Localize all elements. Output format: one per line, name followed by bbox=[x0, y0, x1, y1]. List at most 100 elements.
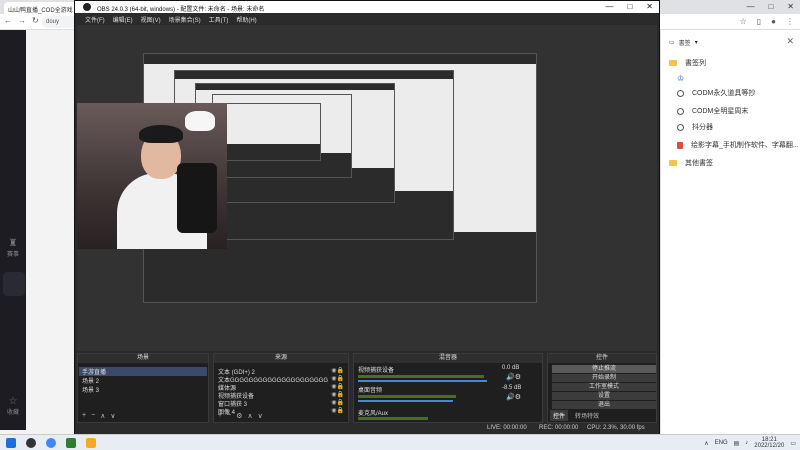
volume-slider[interactable] bbox=[358, 380, 487, 382]
chevron-up-icon[interactable]: ∧ bbox=[704, 440, 708, 447]
close-icon[interactable]: ✕ bbox=[786, 36, 794, 47]
scene-item[interactable]: 场景 2 bbox=[82, 376, 99, 385]
visibility-lock-icons[interactable]: ◉🔒 ◉🔒 ◉🔒 ◉🔒 ◉🔒 ◉🔒 bbox=[331, 367, 344, 415]
cpu-usage: CPU: 2.3%, 30.00 fps bbox=[587, 425, 645, 431]
menu-file[interactable]: 文件(F) bbox=[81, 13, 109, 24]
source-toolbar: + − ⚙ ∧ ∨ bbox=[218, 412, 263, 420]
maximize-button[interactable]: □ bbox=[627, 2, 632, 11]
volume-icon[interactable]: ♪ bbox=[745, 440, 748, 446]
move-up-button[interactable]: ∧ bbox=[100, 412, 105, 420]
settings-button[interactable]: 设置 bbox=[552, 392, 656, 400]
bookmark-icon: ▭ bbox=[669, 40, 675, 46]
start-recording-button[interactable]: 开始录制 bbox=[552, 374, 656, 382]
bookmark-folder-bar[interactable]: 書签列 bbox=[669, 58, 706, 68]
close-button[interactable]: ✕ bbox=[787, 2, 794, 11]
mixer-channel-db: 0.0 dB bbox=[502, 365, 520, 371]
dock-tabs: 控件 转场特效 bbox=[550, 410, 602, 421]
exit-button[interactable]: 退出 bbox=[552, 401, 656, 409]
microphone-icon bbox=[177, 163, 217, 233]
menu-icon[interactable]: ⋮ bbox=[786, 17, 794, 26]
sidebar-active-highlight bbox=[3, 272, 25, 296]
chevron-down-icon: ▾ bbox=[694, 40, 698, 46]
browser-window-controls: — □ ✕ bbox=[746, 2, 794, 11]
folder-icon bbox=[669, 60, 677, 66]
obs-window: OBS 24.0.3 (64-bit, windows) - 配置文件: 未命名… bbox=[74, 0, 660, 435]
site-logo-icon: ♔ bbox=[677, 74, 685, 83]
bookmarks-panel: ▭ 書签 ▾ ✕ 書签列 ♔ CODM永久道具等抄 CODM全明星周末 抖分器 … bbox=[660, 30, 800, 434]
add-scene-button[interactable]: + bbox=[82, 412, 86, 420]
back-arrow-icon[interactable]: ← bbox=[4, 16, 12, 25]
maximize-button[interactable]: □ bbox=[768, 2, 773, 11]
network-icon[interactable]: ▤ bbox=[734, 440, 740, 447]
bookmark-item[interactable]: 绘影字幕_手机制作软件、字幕翻... bbox=[677, 140, 799, 150]
site-icon bbox=[677, 123, 684, 131]
bookmark-folder-other[interactable]: 其他書签 bbox=[669, 158, 713, 168]
scenes-panel: 场景 手游直播 场景 2 场景 3 + − ∧ ∨ bbox=[77, 353, 209, 423]
sidebar-icon[interactable]: ▯ bbox=[757, 17, 761, 26]
obs-title-bar: OBS 24.0.3 (64-bit, windows) - 配置文件: 未命名… bbox=[75, 1, 659, 13]
reload-icon[interactable]: ↻ bbox=[32, 16, 39, 25]
add-source-button[interactable]: + bbox=[218, 412, 222, 420]
controls-panel-title: 控件 bbox=[548, 354, 656, 363]
tab-controls[interactable]: 控件 bbox=[550, 410, 569, 421]
move-up-button[interactable]: ∧ bbox=[247, 412, 252, 420]
mixer-panel-title: 混音器 bbox=[354, 354, 542, 363]
menu-view[interactable]: 视图(V) bbox=[137, 13, 165, 24]
mixer-channel-db: -8.5 dB bbox=[502, 385, 522, 391]
remove-scene-button[interactable]: − bbox=[91, 412, 95, 420]
scene-item[interactable]: 场景 3 bbox=[82, 385, 99, 394]
language-indicator[interactable]: ENG bbox=[715, 440, 728, 446]
speaker-icon[interactable]: 🔊⚙ bbox=[506, 373, 521, 381]
studio-mode-button[interactable]: 工作室模式 bbox=[552, 383, 656, 391]
streamer-hair bbox=[139, 125, 183, 143]
forward-arrow-icon[interactable]: → bbox=[18, 16, 26, 25]
bookmark-item[interactable]: CODM永久道具等抄 bbox=[677, 88, 755, 98]
browser-tools: ☆ ▯ ● ⋮ bbox=[740, 17, 794, 26]
gear-icon[interactable]: ⚙ bbox=[236, 412, 242, 420]
remove-source-button[interactable]: − bbox=[227, 412, 231, 420]
live-timer: LIVE: 00:00:00 bbox=[487, 425, 527, 431]
menu-tools[interactable]: 工具(T) bbox=[205, 13, 233, 24]
obs-status-bar: LIVE: 00:00:00 REC: 00:00:00 CPU: 2.3%, … bbox=[77, 423, 657, 433]
bookmark-item[interactable]: CODM全明星周末 bbox=[677, 106, 748, 116]
scene-item[interactable]: 手游直播 bbox=[79, 367, 207, 376]
sidebar-item-favorites[interactable]: ☆ 收藏 bbox=[0, 396, 26, 416]
minimize-button[interactable]: — bbox=[605, 2, 613, 11]
obs-preview-canvas[interactable] bbox=[77, 25, 657, 351]
sidebar-item-events[interactable]: ♜ 赛事 bbox=[0, 238, 26, 258]
extensions-icon[interactable]: ☆ bbox=[740, 17, 747, 26]
menu-edit[interactable]: 编辑(E) bbox=[109, 13, 137, 24]
nested-capture-5 bbox=[225, 103, 321, 161]
volume-slider[interactable] bbox=[358, 400, 453, 402]
controls-panel: 控件 停止推流 开始录制 工作室模式 设置 退出 控件 转场特效 bbox=[547, 353, 657, 423]
move-down-button[interactable]: ∨ bbox=[258, 412, 263, 420]
rec-timer: REC: 00:00:00 bbox=[539, 425, 579, 431]
obs-docks: 场景 手游直播 场景 2 场景 3 + − ∧ ∨ 来源 文本 (GDI+) 2… bbox=[77, 353, 657, 423]
notification-icon[interactable]: ▭ bbox=[790, 440, 796, 447]
bookmark-item[interactable]: ♔ bbox=[677, 74, 684, 83]
trophy-icon: ♜ bbox=[8, 238, 18, 249]
obs-taskbar-icon[interactable] bbox=[26, 438, 36, 448]
bookmark-item[interactable]: 抖分器 bbox=[677, 122, 713, 132]
app-taskbar-icon[interactable] bbox=[66, 438, 76, 448]
mixer-channel-name: 视频捕获设备 bbox=[358, 368, 395, 374]
browser-tab[interactable]: 山山鸭直播_COD全游戏 bbox=[4, 2, 80, 14]
stop-streaming-button[interactable]: 停止推流 bbox=[552, 365, 656, 373]
bookmarks-header[interactable]: ▭ 書签 ▾ bbox=[669, 38, 698, 47]
clock[interactable]: 18:21 2022/12/20 bbox=[754, 437, 784, 449]
speaker-icon[interactable]: 🔊⚙ bbox=[506, 393, 521, 401]
nav-buttons: ← → ↻ bbox=[4, 16, 39, 25]
profile-icon[interactable]: ● bbox=[771, 17, 776, 26]
tab-transitions[interactable]: 转场特效 bbox=[572, 410, 602, 421]
menu-scene-collection[interactable]: 场景集合(S) bbox=[165, 13, 205, 24]
obs-window-controls: — □ ✕ bbox=[605, 2, 653, 11]
menu-help[interactable]: 帮助(H) bbox=[232, 13, 260, 24]
minimize-button[interactable]: — bbox=[746, 2, 754, 11]
move-down-button[interactable]: ∨ bbox=[110, 412, 115, 420]
webcam-overlay bbox=[77, 103, 227, 249]
sources-panel: 来源 文本 (GDI+) 2 文本GGGGGGGGGGGGGGGGGGGGG 媒… bbox=[213, 353, 349, 423]
chrome-taskbar-icon[interactable] bbox=[46, 438, 56, 448]
folder-taskbar-icon[interactable] bbox=[86, 438, 96, 448]
close-button[interactable]: ✕ bbox=[646, 2, 653, 11]
start-menu-icon[interactable] bbox=[6, 438, 16, 448]
